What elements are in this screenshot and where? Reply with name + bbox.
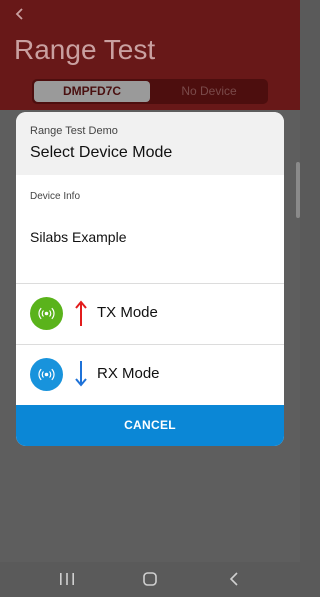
dialog-header: Range Test Demo Select Device Mode <box>16 112 284 175</box>
cancel-button[interactable]: CANCEL <box>16 405 284 446</box>
antenna-icon <box>30 358 63 391</box>
arrow-up-icon <box>75 300 87 326</box>
recent-apps-icon[interactable] <box>57 570 77 588</box>
arrow-down-icon <box>75 361 87 387</box>
home-icon[interactable] <box>140 570 160 588</box>
antenna-icon <box>30 297 63 330</box>
page-title: Range Test <box>14 34 156 65</box>
device-info-label: Device Info <box>30 191 81 202</box>
system-nav-bar <box>0 562 300 597</box>
segment-no-device[interactable]: No Device <box>152 81 266 102</box>
select-mode-dialog: Range Test Demo Select Device Mode Devic… <box>16 112 284 446</box>
app-header: Range Test DMPFD7C No Device <box>0 0 300 110</box>
chevron-left-icon <box>15 8 23 20</box>
back-button[interactable] <box>8 4 32 26</box>
scrollbar[interactable] <box>296 162 300 218</box>
dialog-title: Select Device Mode <box>30 144 173 161</box>
dialog-subtitle: Range Test Demo <box>30 125 118 137</box>
rx-mode-option[interactable]: RX Mode <box>16 345 284 405</box>
rx-mode-label: RX Mode <box>97 365 160 382</box>
device-segmented-control: DMPFD7C No Device <box>32 79 268 104</box>
device-info-value: Silabs Example <box>30 229 127 245</box>
tx-mode-option[interactable]: TX Mode <box>16 284 284 344</box>
tx-mode-label: TX Mode <box>97 304 158 321</box>
back-icon[interactable] <box>225 570 245 588</box>
segment-selected-device[interactable]: DMPFD7C <box>34 81 150 102</box>
